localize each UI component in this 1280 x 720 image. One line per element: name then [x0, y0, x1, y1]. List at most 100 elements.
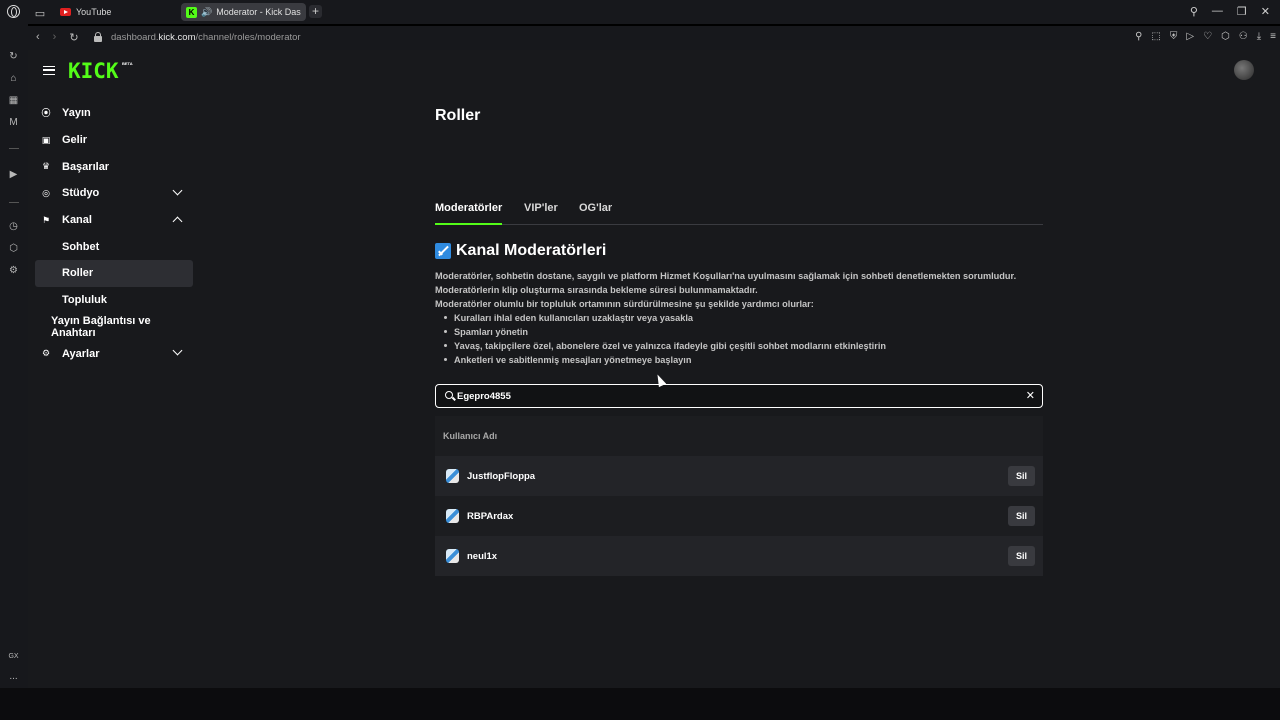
- description-line: Moderatörler olumlu bir topluluk ortamın…: [435, 299, 814, 309]
- remove-button[interactable]: Sil: [1008, 506, 1035, 526]
- beta-badge: BETA: [122, 61, 133, 66]
- username[interactable]: JustflopFloppa: [467, 471, 535, 482]
- remove-button[interactable]: Sil: [1008, 546, 1035, 566]
- nav-buttons: ‹ › ↻: [36, 31, 79, 44]
- reload-icon[interactable]: ↻: [69, 31, 78, 44]
- section-title: Kanal Moderatörleri: [456, 242, 607, 259]
- chevron-down-icon[interactable]: [172, 345, 183, 356]
- sidebar-item-stream-key[interactable]: Yayın Bağlantısı ve Anahtarı: [35, 314, 193, 341]
- page-title: Roller: [435, 107, 481, 124]
- forward-icon[interactable]: ›: [53, 31, 57, 44]
- more-icon[interactable]: ...: [7, 670, 20, 683]
- url-domain: kick.com: [158, 32, 196, 43]
- sidebar-item-yayin[interactable]: ⦿ Yayın: [35, 100, 193, 127]
- sidebar-item-studyo[interactable]: ◎ Stüdyo: [35, 180, 193, 207]
- play-icon[interactable]: ▷: [1186, 31, 1194, 42]
- minimize-icon[interactable]: —: [1212, 5, 1223, 18]
- profile-icon[interactable]: ⚇: [1239, 31, 1248, 42]
- role-tabs: Moderatörler VIP'ler OG'lar: [435, 200, 1043, 225]
- dashboard-sidebar: ⦿ Yayın ▣ Gelir ♛ Başarılar ◎ Stüdyo ⚑ K…: [35, 100, 193, 367]
- description-line: Moderatörler, sohbetin dostane, saygılı …: [435, 271, 1017, 281]
- sidebar-item-sohbet[interactable]: Sohbet: [35, 233, 193, 260]
- list-item: Yavaş, takipçilere özel, abonelere özel …: [443, 339, 1043, 353]
- lock-icon[interactable]: [94, 32, 102, 42]
- player-icon[interactable]: ▶: [7, 168, 20, 181]
- hamburger-menu-icon[interactable]: [43, 66, 55, 75]
- heart-icon[interactable]: ♡: [1203, 31, 1212, 42]
- settings-rail-icon[interactable]: ⚙: [7, 264, 20, 277]
- url-prefix: dashboard.: [111, 32, 159, 43]
- sidebar-item-label: Yayın: [62, 107, 91, 120]
- download-icon[interactable]: ⤓: [1257, 31, 1261, 42]
- avatar: [446, 469, 459, 483]
- speed-dial-icon[interactable]: ↻: [7, 50, 20, 63]
- close-window-icon[interactable]: ✕: [1261, 5, 1270, 18]
- search-tabs-icon[interactable]: ⚲: [1190, 5, 1198, 18]
- restore-icon[interactable]: ❐: [1237, 5, 1247, 18]
- table-row: JustflopFloppa Sil: [435, 456, 1043, 496]
- history-icon[interactable]: ◷: [7, 220, 20, 233]
- snapshot-icon[interactable]: ⬚: [1151, 31, 1160, 42]
- speaker-icon[interactable]: 🔊: [201, 7, 212, 18]
- sidebar-item-kanal[interactable]: ⚑ Kanal: [35, 207, 193, 234]
- sidebar-item-ayarlar[interactable]: ⚙ Ayarlar: [35, 340, 193, 367]
- browser-toolbar: ⚲ ⬚ ⛨ ▷ ♡ ⬡ ⚇ ⤓ ≡: [1135, 31, 1276, 42]
- description: Moderatörler, sohbetin dostane, saygılı …: [435, 269, 1043, 367]
- capability-list: Kuralları ihlal eden kullanıcıları uzakl…: [435, 311, 1043, 367]
- search-icon: [445, 391, 453, 399]
- gear-icon: ⚙: [41, 348, 51, 359]
- username[interactable]: RBPArdax: [467, 511, 513, 522]
- tab-moderatorler[interactable]: Moderatörler: [435, 202, 503, 225]
- trophy-icon: ♛: [41, 161, 51, 172]
- gallery-icon[interactable]: ▦: [7, 94, 20, 107]
- sidebar-item-label: Ayarlar: [62, 347, 100, 360]
- remove-button[interactable]: Sil: [1008, 466, 1035, 486]
- wallet-icon: ▣: [41, 134, 51, 145]
- browser-sidebar: ↻ ⌂ ▦ M ▶ ◷ ⬡ ⚙ GX ...: [0, 24, 28, 688]
- sidebar-item-basarilar[interactable]: ♛ Başarılar: [35, 153, 193, 180]
- studio-icon: ◎: [42, 188, 50, 199]
- moderator-table: Kullanıcı Adı JustflopFloppa Sil RBPArda…: [435, 416, 1043, 576]
- opera-logo-icon[interactable]: [7, 5, 20, 18]
- tab-vipler[interactable]: VIP'ler: [524, 202, 558, 225]
- rail-divider: [9, 148, 19, 149]
- shield-icon[interactable]: ⛨: [1170, 31, 1178, 42]
- menu-icon[interactable]: ≡: [1270, 31, 1276, 42]
- list-item: Kuralları ihlal eden kullanıcıları uzakl…: [443, 311, 1043, 325]
- table-row: neul1x Sil: [435, 536, 1043, 576]
- avatar[interactable]: [1234, 60, 1254, 80]
- sidebar-item-roller[interactable]: Roller: [35, 260, 193, 287]
- tab-oglar[interactable]: OG'lar: [579, 202, 612, 225]
- close-icon[interactable]: ✕: [1026, 388, 1035, 404]
- tab-youtube-label: YouTube: [76, 7, 112, 17]
- sidebar-item-label: Gelir: [62, 134, 88, 147]
- sidebar-item-topluluk[interactable]: Topluluk: [35, 287, 193, 314]
- chevron-down-icon[interactable]: [172, 185, 183, 196]
- back-icon[interactable]: ‹: [36, 31, 40, 44]
- sidebar-item-label: Sohbet: [62, 240, 100, 253]
- extensions-icon[interactable]: ⬡: [1221, 31, 1230, 42]
- shopping-icon[interactable]: ⌂: [7, 72, 20, 85]
- url-field[interactable]: dashboard.kick.com/channel/roles/moderat…: [111, 32, 301, 43]
- broadcast-icon: ⦿: [41, 108, 51, 118]
- list-item: Spamları yönetin: [443, 325, 1043, 339]
- username[interactable]: neul1x: [467, 551, 497, 562]
- window-controls: ⚲ — ❐ ✕: [1190, 5, 1270, 18]
- chevron-up-icon[interactable]: [172, 216, 183, 227]
- sidebar-item-label: Roller: [62, 267, 94, 280]
- search-input[interactable]: [457, 388, 1017, 404]
- gx-label[interactable]: GX: [7, 650, 20, 663]
- messenger-icon[interactable]: M: [7, 116, 20, 129]
- table-row: RBPArdax Sil: [435, 496, 1043, 536]
- extensions-rail-icon[interactable]: ⬡: [7, 242, 20, 255]
- tab-moderator[interactable]: K 🔊 Moderator - Kick Das: [181, 3, 306, 21]
- pin-icon[interactable]: ⚲: [1135, 31, 1142, 42]
- kick-logo[interactable]: KICK: [68, 59, 119, 83]
- workspaces-icon[interactable]: ▭: [33, 6, 47, 20]
- tab-youtube[interactable]: YouTube: [54, 3, 117, 21]
- taskbar: [0, 688, 1280, 720]
- sidebar-item-gelir[interactable]: ▣ Gelir: [35, 127, 193, 154]
- browser-tab-bar: ▭ YouTube K 🔊 Moderator - Kick Das + ⚲ —…: [0, 0, 1280, 24]
- address-bar: ‹ › ↻ dashboard.kick.com/channel/roles/m…: [28, 26, 1280, 50]
- new-tab-button[interactable]: +: [309, 5, 322, 18]
